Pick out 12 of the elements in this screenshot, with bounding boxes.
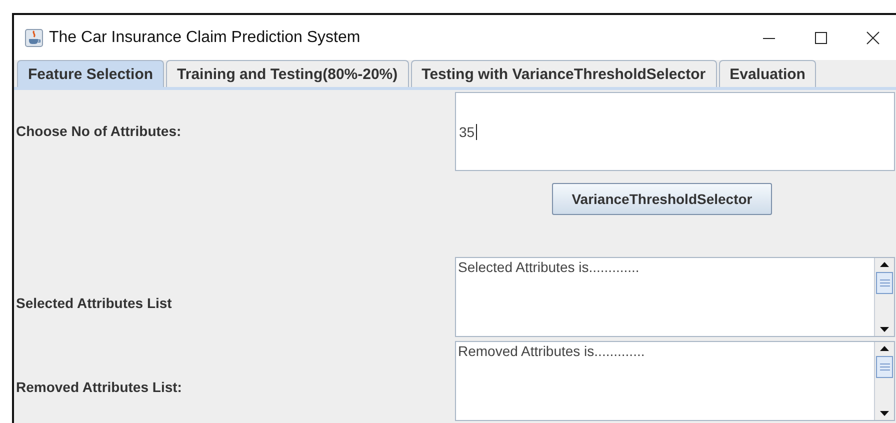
field-label: Choose No of Attributes: [15, 122, 182, 138]
window-title: The Car Insurance Claim Prediction System [49, 28, 360, 46]
tab[interactable]: Feature Selection [17, 60, 164, 87]
list-label: Removed Attributes List: [15, 379, 183, 397]
tab[interactable]: Testing with VarianceThresholdSelector [410, 60, 717, 87]
list-label: Selected Attributes List [15, 295, 173, 313]
input-field[interactable]: 35 [455, 92, 895, 171]
selector-button[interactable]: VarianceThresholdSelector [552, 183, 772, 215]
text-area-content: Selected Attributes is............. [457, 258, 640, 277]
tab[interactable]: Evaluation [718, 60, 816, 87]
tab[interactable]: Training and Testing(80%-20%) [166, 60, 409, 87]
text-area-content: Removed Attributes is............. [457, 342, 646, 361]
